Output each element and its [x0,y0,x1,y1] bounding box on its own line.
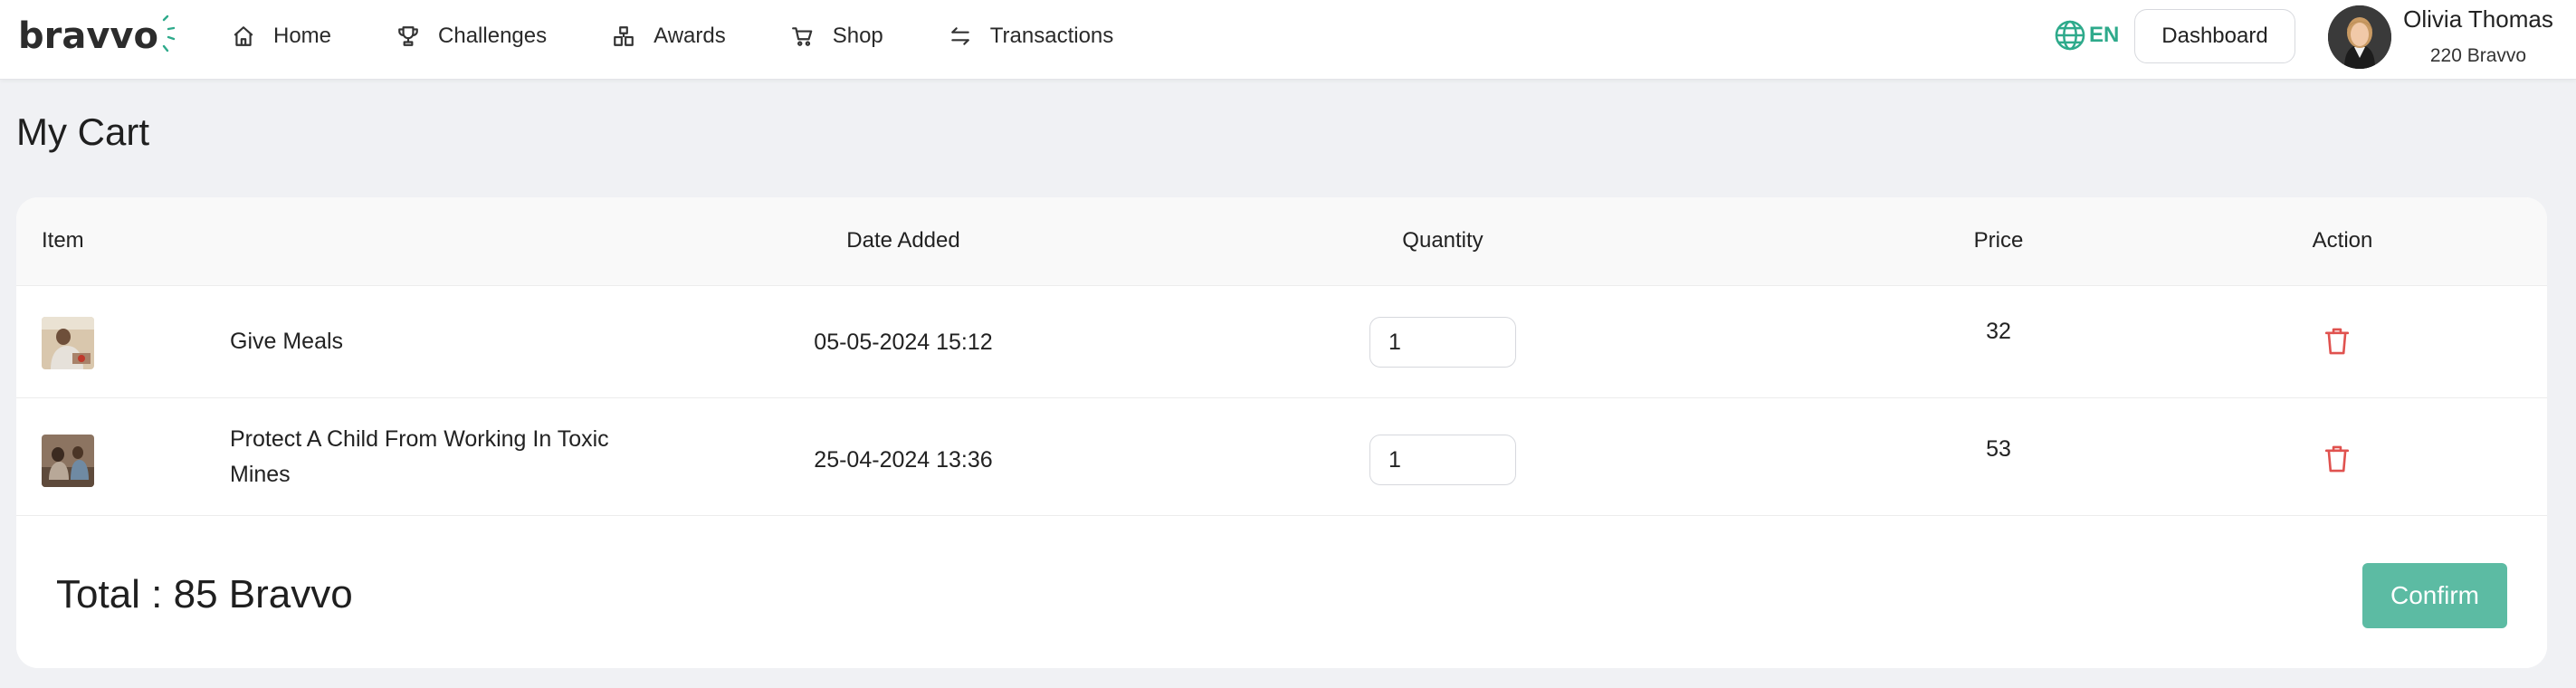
brand-logo-text: bravvo [18,15,158,57]
trash-icon[interactable] [2323,444,2352,474]
nav-item-label: Awards [654,24,726,48]
date-added: 05-05-2024 15:12 [814,330,993,355]
globe-icon [2055,20,2085,51]
user-balance: 220 Bravvo [2429,45,2527,66]
trophy-icon [398,26,418,46]
language-selector[interactable]: EN [2053,13,2119,58]
nav-item-transactions[interactable]: Transactions [949,0,1114,72]
nav-item-challenges[interactable]: Challenges [396,0,547,72]
awards-icon [614,26,634,46]
item-price: 32 [1986,319,2011,344]
item-name: Give Meals [230,329,344,354]
column-header-price: Price [1973,228,2024,253]
column-header-item: Item [42,228,84,253]
cart-table-card: Item Date Added Quantity Price Action Gi… [16,197,2547,668]
date-added: 25-04-2024 13:36 [814,447,993,473]
nav-item-label: Challenges [438,24,548,48]
quantity-input[interactable] [1369,435,1516,485]
quantity-input[interactable] [1369,317,1516,368]
column-header-action: Action [2312,228,2373,253]
user-name[interactable]: Olivia Thomas [2400,5,2556,33]
dashboard-button[interactable]: Dashboard [2134,9,2295,63]
nav-item-home[interactable]: Home [232,0,331,72]
user-avatar-image [2328,5,2391,69]
column-header-date-added: Date Added [846,228,960,253]
avatar[interactable] [2328,5,2391,69]
top-navigation-bar: bravvo Home Challenges Awards Shop Trans… [0,0,2576,80]
nav-item-label: Transactions [989,24,1114,48]
column-header-quantity: Quantity [1402,228,1484,253]
cart-icon [791,27,813,46]
trash-icon[interactable] [2323,326,2352,357]
item-thumbnail [42,435,94,487]
cart-total: Total : 85 Bravvo [56,572,353,616]
nav-item-label: Home [273,24,332,48]
item-price: 53 [1986,436,2011,462]
cart-footer: Total : 85 Bravvo Confirm [16,525,2547,668]
main-nav: Home Challenges Awards Shop Transactions [232,0,1113,72]
item-name: Protect A Child From Working In Toxic Mi… [230,426,609,487]
table-row: Give Meals 05-05-2024 15:12 32 [16,286,2547,398]
item-thumbnail [42,317,94,369]
logo-spark-icon [162,14,176,53]
nav-item-label: Shop [832,24,883,48]
table-row: Protect A Child From Working In Toxic Mi… [16,398,2547,516]
brand-logo[interactable]: bravvo [18,9,177,63]
table-header: Item Date Added Quantity Price Action [16,197,2547,286]
nav-item-shop[interactable]: Shop [791,0,883,72]
page-title: My Cart [16,110,149,153]
nav-item-awards[interactable]: Awards [612,0,726,72]
language-code: EN [2089,23,2120,47]
confirm-button[interactable]: Confirm [2362,563,2507,628]
transfer-icon [951,27,969,45]
home-icon [234,26,253,46]
